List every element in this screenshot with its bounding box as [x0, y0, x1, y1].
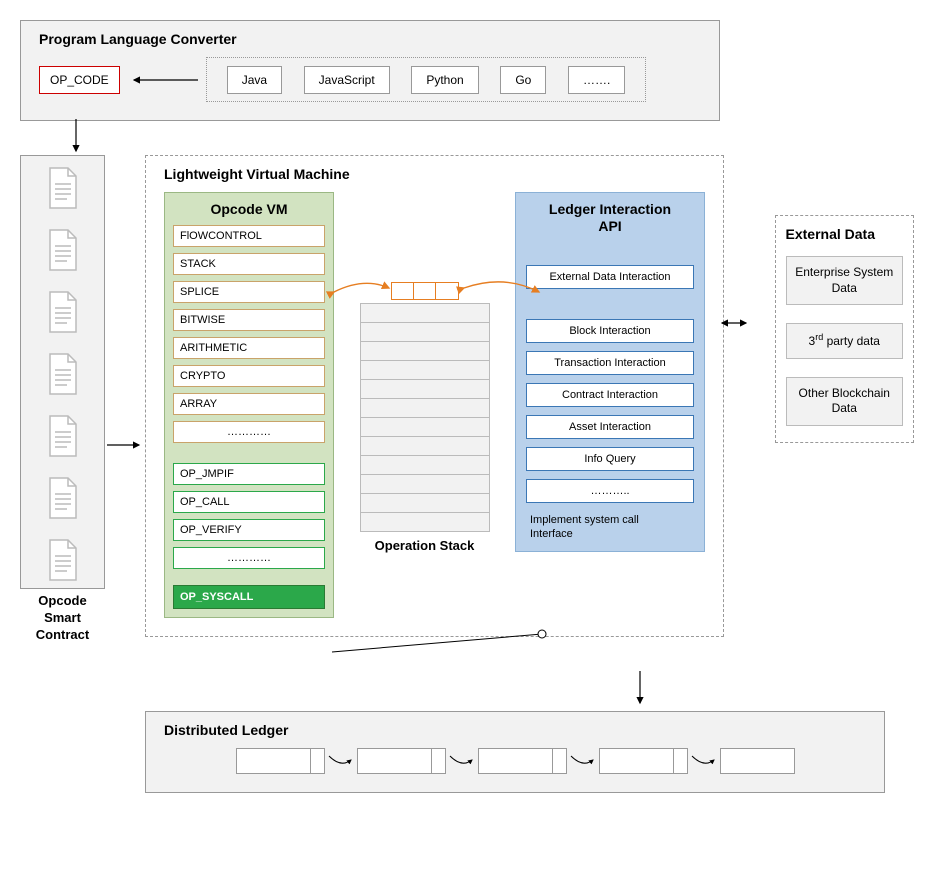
- smart-contract-column: OpcodeSmartContract: [20, 155, 105, 644]
- document-icon: [45, 290, 81, 334]
- api-transaction: Transaction Interaction: [526, 351, 694, 375]
- document-icon: [45, 352, 81, 396]
- languages-container: Java JavaScript Python Go …….: [206, 57, 647, 102]
- vm-category-crypto: CRYPTO: [173, 365, 325, 387]
- opcode-vm-title: Opcode VM: [173, 201, 325, 217]
- lightweight-vm-box: Lightweight Virtual Machine Opcode VM Fl…: [145, 155, 724, 637]
- vm-category-flowcontrol: FlOWCONTROL: [173, 225, 325, 247]
- op-syscall: OP_SYSCALL: [173, 585, 325, 609]
- lang-more: …….: [568, 66, 625, 94]
- op-jmpif: OP_JMPIF: [173, 463, 325, 485]
- ext-enterprise: Enterprise System Data: [786, 256, 904, 305]
- arrow-api-to-external-icon: [720, 155, 747, 675]
- ledger-block: [599, 748, 688, 774]
- vm-category-array: ARRAY: [173, 393, 325, 415]
- vm-category-more: …………: [173, 421, 325, 443]
- smart-contract-box: [20, 155, 105, 589]
- lang-javascript: JavaScript: [304, 66, 390, 94]
- arrow-langs-to-opcode-icon: [126, 70, 206, 90]
- vm-category-stack: STACK: [173, 253, 325, 275]
- dl-title: Distributed Ledger: [164, 722, 866, 738]
- ledger-block: [357, 748, 446, 774]
- document-icon: [45, 166, 81, 210]
- operation-stack: Operation Stack: [352, 282, 497, 553]
- stack-label: Operation Stack: [375, 538, 475, 553]
- document-icon: [45, 414, 81, 458]
- external-title: External Data: [786, 226, 904, 242]
- api-block: Block Interaction: [526, 319, 694, 343]
- ext-third-party: 3rd party data: [786, 323, 904, 359]
- api-asset: Asset Interaction: [526, 415, 694, 439]
- ledger-api-panel: Ledger InteractionAPI External Data Inte…: [515, 192, 705, 552]
- ledger-block: [720, 748, 795, 774]
- chain-arrow-icon: [690, 748, 718, 774]
- op-code-box: OP_CODE: [39, 66, 120, 94]
- arrow-api-to-ledger-icon: [140, 671, 900, 711]
- lang-python: Python: [411, 66, 478, 94]
- ledger-block: [236, 748, 325, 774]
- vm-category-bitwise: BITWISE: [173, 309, 325, 331]
- op-call: OP_CALL: [173, 491, 325, 513]
- document-icon: [45, 228, 81, 272]
- opcode-vm-panel: Opcode VM FlOWCONTROL STACK SPLICE BITWI…: [164, 192, 334, 618]
- lang-java: Java: [227, 66, 282, 94]
- ledger-chain: [164, 748, 866, 774]
- arrow-contract-to-lvm-icon: [105, 155, 145, 675]
- vm-category-splice: SPLICE: [173, 281, 325, 303]
- stack-body: [360, 304, 490, 532]
- api-external-data: External Data Interaction: [526, 265, 694, 289]
- ledger-api-title: Ledger InteractionAPI: [526, 201, 694, 235]
- chain-arrow-icon: [569, 748, 597, 774]
- lvm-title: Lightweight Virtual Machine: [164, 166, 705, 182]
- chain-arrow-icon: [448, 748, 476, 774]
- vm-category-arithmetic: ARITHMETIC: [173, 337, 325, 359]
- lang-go: Go: [500, 66, 546, 94]
- op-verify: OP_VERIFY: [173, 519, 325, 541]
- chain-arrow-icon: [327, 748, 355, 774]
- smart-contract-label: OpcodeSmartContract: [20, 593, 105, 644]
- op-more: …………: [173, 547, 325, 569]
- api-contract: Contract Interaction: [526, 383, 694, 407]
- stack-top-frame: [391, 282, 459, 300]
- api-more: ………..: [526, 479, 694, 503]
- document-icon: [45, 538, 81, 582]
- arrow-opcode-to-contract-icon: [66, 119, 146, 159]
- program-language-converter: Program Language Converter OP_CODE Java …: [20, 20, 720, 121]
- ledger-block: [478, 748, 567, 774]
- syscall-interface-label: Implement system callInterface: [526, 513, 694, 542]
- distributed-ledger-box: Distributed Ledger: [145, 711, 885, 793]
- ext-other-blockchain: Other Blockchain Data: [786, 377, 904, 426]
- plc-title: Program Language Converter: [39, 31, 701, 47]
- document-icon: [45, 476, 81, 520]
- api-info-query: Info Query: [526, 447, 694, 471]
- external-data-box: External Data Enterprise System Data 3rd…: [775, 215, 915, 443]
